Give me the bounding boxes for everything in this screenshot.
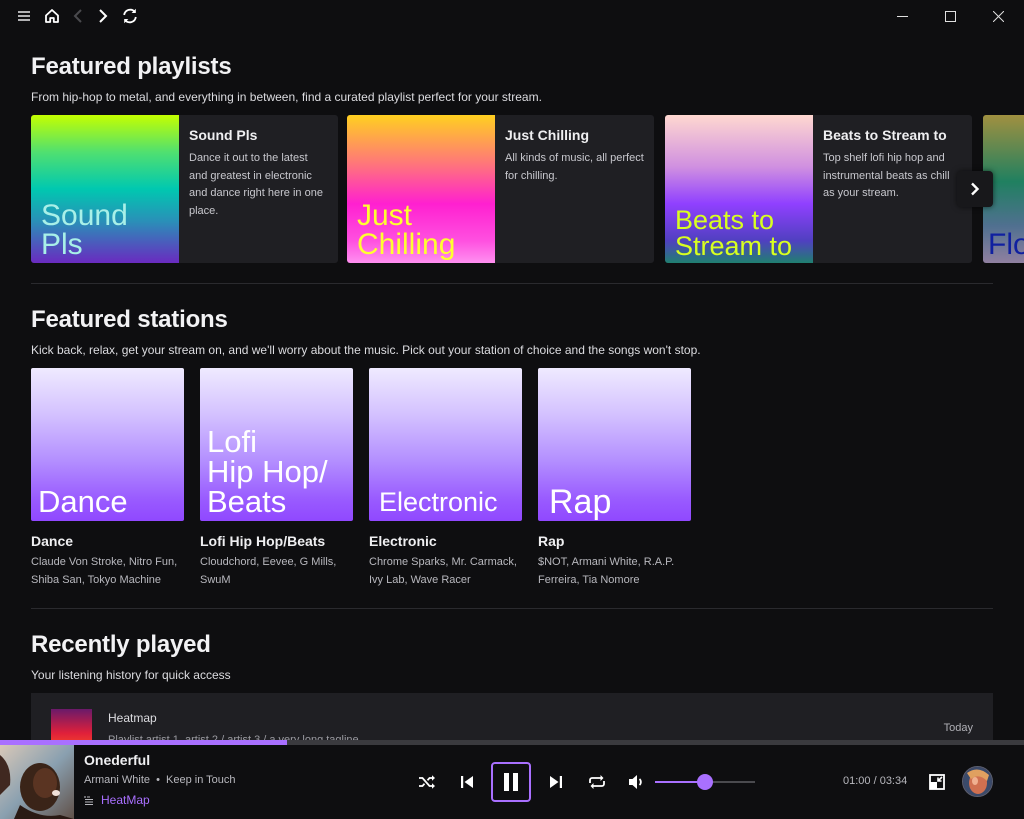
previous-icon — [461, 776, 473, 788]
playlist-art: Sound Pls — [31, 115, 179, 263]
repeat-button[interactable] — [578, 763, 616, 801]
station-title: Electronic — [369, 533, 437, 549]
station-card[interactable]: Dance Dance Claude Von Stroke, Nitro Fun… — [31, 368, 184, 589]
playlist-art: Beats to Stream to — [665, 115, 813, 263]
back-icon — [73, 9, 82, 23]
station-art-text: Electronic — [379, 487, 498, 517]
forward-icon — [99, 9, 108, 23]
featured-stations-title: Featured stations — [31, 306, 228, 333]
now-playing-playlist-link[interactable]: HeatMap — [84, 793, 150, 807]
now-playing-album[interactable]: Keep in Touch — [166, 774, 236, 786]
station-art: Dance — [31, 368, 184, 521]
refresh-icon — [123, 8, 137, 24]
player-bar: Onederful Armani White • Keep in Touch H… — [0, 745, 1024, 819]
playlist-title: Just Chilling — [505, 127, 589, 143]
station-art: Electronic — [369, 368, 522, 521]
minimize-icon — [896, 15, 908, 17]
chevron-right-icon — [971, 182, 980, 196]
miniplayer-button[interactable] — [926, 771, 948, 793]
pause-button[interactable] — [491, 762, 531, 802]
playlist-art-text: Just Chilling — [357, 199, 456, 261]
playlist-art-text: Beats to Stream to — [675, 205, 793, 261]
now-playing-playlist-name: HeatMap — [101, 793, 150, 807]
featured-playlists-subtitle: From hip-hop to metal, and everything in… — [31, 90, 542, 104]
station-art-text: Rap — [549, 483, 612, 521]
playlist-icon — [84, 796, 93, 805]
miniplayer-icon — [929, 774, 945, 790]
playlist-description: All kinds of music, all perfect for chil… — [505, 152, 644, 182]
playlist-title: Beats to Stream to — [823, 127, 947, 143]
now-playing-artist-album: Armani White • Keep in Touch — [84, 774, 236, 786]
minimize-button[interactable] — [880, 0, 924, 32]
shuffle-icon — [419, 775, 435, 789]
volume-button[interactable] — [618, 763, 656, 801]
playlist-art: Just Chilling — [347, 115, 495, 263]
next-icon — [550, 776, 562, 788]
repeat-icon — [589, 775, 605, 789]
now-playing-title[interactable]: Onederful — [84, 752, 150, 768]
main-content[interactable]: Featured playlists From hip-hop to metal… — [0, 32, 1024, 740]
section-divider — [31, 283, 993, 284]
playlist-card[interactable]: Sound Pls Sound Pls Dance it out to the … — [31, 115, 338, 263]
station-artists: Cloudchord, Eevee, G Mills, SwuM — [200, 556, 337, 586]
playlist-description: Dance it out to the latest and greatest … — [189, 152, 323, 217]
station-card[interactable]: Lofi Hip Hop/ Beats Lofi Hip Hop/Beats C… — [200, 368, 353, 589]
pause-icon — [504, 773, 518, 791]
station-title: Lofi Hip Hop/Beats — [200, 533, 326, 549]
album-art-image — [0, 745, 74, 819]
recently-played-title: Recently played — [31, 631, 211, 658]
volume-icon — [629, 775, 642, 789]
station-art: Lofi Hip Hop/ Beats — [200, 368, 353, 521]
menu-icon — [18, 11, 30, 21]
now-playing-artist[interactable]: Armani White — [84, 774, 150, 786]
featured-stations-subtitle: Kick back, relax, get your stream on, an… — [31, 343, 701, 357]
station-title: Dance — [31, 533, 74, 549]
section-divider — [31, 608, 993, 609]
station-artists: Claude Von Stroke, Nitro Fun, Shiba San,… — [31, 556, 178, 586]
maximize-button[interactable] — [928, 0, 972, 32]
recently-played-item[interactable]: Heatmap Playlist artist 1, artist 2 / ar… — [31, 693, 993, 740]
recently-played-item-date: Today — [943, 722, 973, 734]
separator: • — [156, 774, 160, 786]
station-card[interactable]: Electronic Electronic Chrome Sparks, Mr.… — [369, 368, 522, 589]
carousel-next-button[interactable] — [957, 171, 993, 207]
playlist-card[interactable]: Beats to Stream to Beats to Stream to To… — [665, 115, 972, 263]
station-card[interactable]: Rap Rap $NOT, Armani White, R.A.P. Ferre… — [538, 368, 691, 589]
avatar-image — [963, 767, 992, 796]
title-bar — [0, 0, 1024, 32]
refresh-button[interactable] — [119, 0, 141, 32]
station-title: Rap — [538, 533, 565, 549]
previous-button[interactable] — [448, 763, 486, 801]
maximize-icon — [944, 10, 956, 22]
forward-button[interactable] — [93, 0, 113, 32]
station-art-text: Lofi Hip Hop/ Beats — [207, 424, 328, 519]
close-button[interactable] — [976, 0, 1020, 32]
volume-slider-thumb[interactable] — [697, 774, 713, 790]
home-icon — [45, 9, 59, 23]
home-button[interactable] — [40, 0, 64, 32]
playlist-card[interactable]: Just Chilling Just Chilling All kinds of… — [347, 115, 654, 263]
station-art: Rap — [538, 368, 691, 521]
playlist-art-text: Sound Pls — [41, 199, 128, 261]
user-avatar[interactable] — [962, 766, 993, 797]
recently-played-item-title: Heatmap — [108, 711, 157, 725]
station-artists: Chrome Sparks, Mr. Carmack, Ivy Lab, Wav… — [369, 556, 517, 586]
featured-playlists-title: Featured playlists — [31, 53, 232, 80]
playlist-description: Top shelf lofi hip hop and instrumental … — [823, 152, 950, 199]
station-artists: $NOT, Armani White, R.A.P. Ferreira, Tia… — [538, 556, 675, 586]
playlist-title: Sound Pls — [189, 127, 258, 143]
back-button[interactable] — [68, 0, 88, 32]
playback-time: 01:00 / 03:34 — [843, 775, 908, 787]
shuffle-button[interactable] — [408, 763, 446, 801]
recently-played-thumbnail — [51, 709, 92, 740]
close-icon — [992, 10, 1004, 22]
album-art[interactable] — [0, 745, 74, 819]
menu-button[interactable] — [14, 0, 34, 32]
next-button[interactable] — [537, 763, 575, 801]
playlist-art-text: Flo — [988, 228, 1024, 261]
recently-played-subtitle: Your listening history for quick access — [31, 668, 231, 682]
station-art-text: Dance — [38, 484, 128, 519]
